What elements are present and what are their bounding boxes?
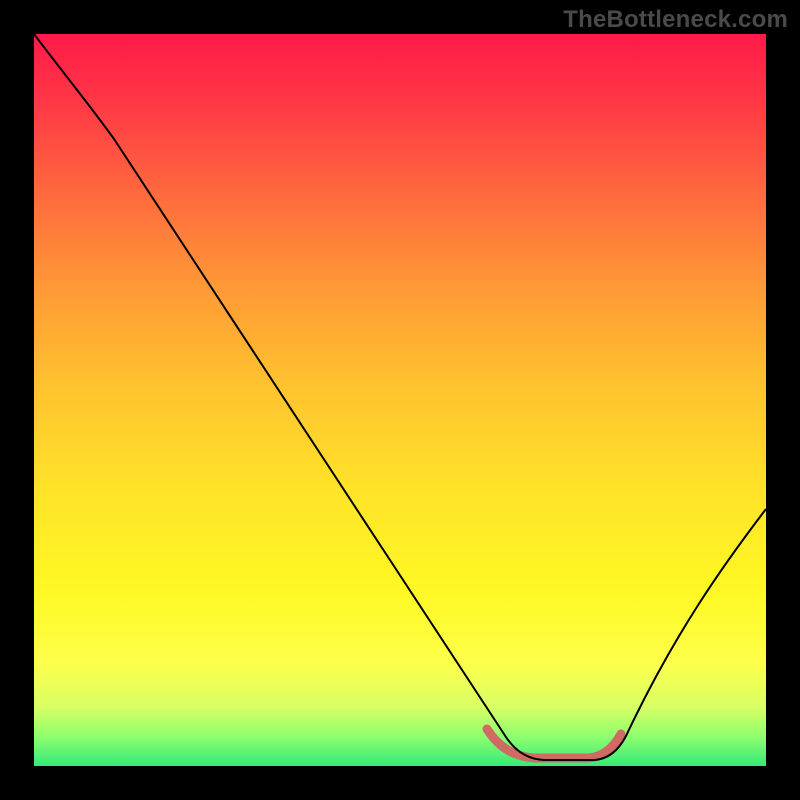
curve-layer	[34, 34, 766, 766]
watermark-text: TheBottleneck.com	[563, 6, 788, 34]
bottleneck-curve	[34, 34, 766, 760]
plot-area	[34, 34, 766, 766]
highlight-segment	[487, 729, 621, 758]
chart-frame: TheBottleneck.com	[0, 0, 800, 800]
